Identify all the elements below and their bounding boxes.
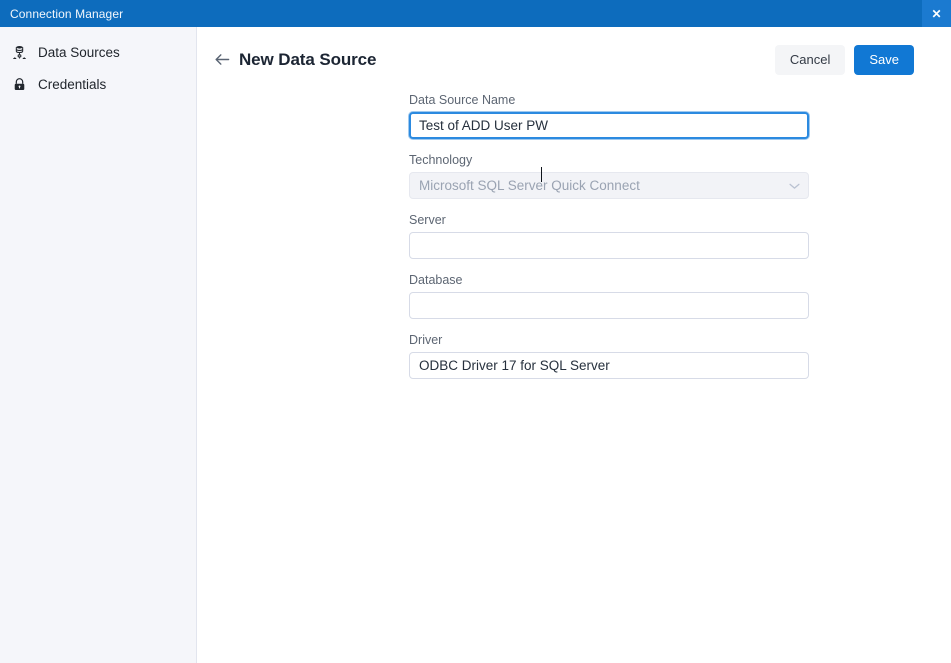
sidebar-item-data-sources[interactable]: Data Sources bbox=[0, 36, 196, 68]
window-title: Connection Manager bbox=[0, 7, 123, 21]
window-controls: ✕ bbox=[922, 0, 951, 27]
field-label: Server bbox=[409, 213, 951, 227]
lock-icon bbox=[11, 76, 28, 93]
content-area: New Data Source Cancel Save Data Source … bbox=[197, 27, 951, 663]
field-label: Data Source Name bbox=[409, 93, 951, 107]
page-title: New Data Source bbox=[239, 50, 376, 70]
field-label: Technology bbox=[409, 153, 951, 167]
technology-select-wrap bbox=[409, 172, 809, 199]
page-header: New Data Source Cancel Save bbox=[197, 27, 951, 71]
window-titlebar: Connection Manager ✕ bbox=[0, 0, 951, 27]
sidebar-item-label: Credentials bbox=[38, 77, 106, 92]
sidebar-item-label: Data Sources bbox=[38, 45, 120, 60]
cancel-button[interactable]: Cancel bbox=[775, 45, 845, 75]
text-caret bbox=[541, 167, 542, 182]
sidebar-item-credentials[interactable]: Credentials bbox=[0, 68, 196, 100]
new-data-source-form: Data Source Name Technology bbox=[197, 71, 951, 379]
field-label: Database bbox=[409, 273, 951, 287]
field-server: Server bbox=[409, 213, 951, 259]
sidebar: Data Sources Credentials bbox=[0, 27, 197, 663]
data-source-name-input[interactable] bbox=[409, 112, 809, 139]
save-button[interactable]: Save bbox=[854, 45, 914, 75]
driver-input[interactable] bbox=[409, 352, 809, 379]
server-input[interactable] bbox=[409, 232, 809, 259]
back-arrow-icon[interactable] bbox=[212, 50, 232, 70]
field-label: Driver bbox=[409, 333, 951, 347]
close-icon[interactable]: ✕ bbox=[922, 0, 951, 27]
field-database: Database bbox=[409, 273, 951, 319]
window-body: Data Sources Credentials bbox=[0, 27, 951, 663]
field-driver: Driver bbox=[409, 333, 951, 379]
connection-manager-window: Connection Manager ✕ bbox=[0, 0, 951, 663]
database-icon bbox=[11, 44, 28, 61]
field-technology: Technology bbox=[409, 153, 951, 199]
database-input[interactable] bbox=[409, 292, 809, 319]
technology-select bbox=[409, 172, 809, 199]
field-data-source-name: Data Source Name bbox=[409, 93, 951, 139]
